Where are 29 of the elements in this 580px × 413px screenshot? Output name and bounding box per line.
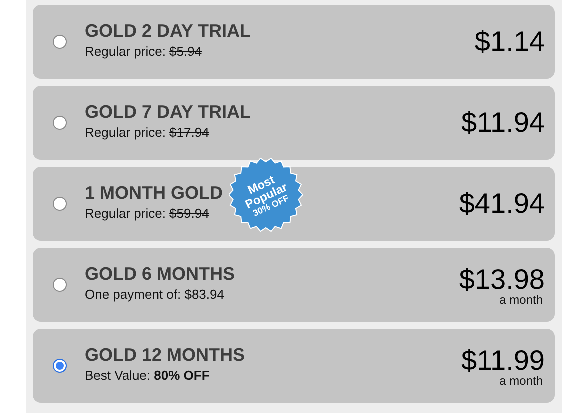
plan-title: GOLD 6 MONTHS: [85, 264, 236, 285]
old-price: $17.94: [170, 125, 210, 140]
plan-title: GOLD 2 DAY TRIAL: [85, 21, 252, 42]
price-period: a month: [500, 374, 543, 388]
plan-option[interactable]: GOLD 7 DAY TRIAL Regular price: $17.94 $11.94: [33, 86, 555, 160]
plan-title: GOLD 7 DAY TRIAL: [85, 102, 252, 123]
plan-option[interactable]: GOLD 12 MONTHS Best Value: 80% OFF $11.99 a month: [33, 329, 555, 403]
radio-button[interactable]: [53, 197, 67, 211]
radio-button[interactable]: [53, 359, 67, 373]
plan-price: $41.94: [459, 188, 545, 220]
plan-title: 1 MONTH GOLD: [85, 183, 223, 204]
plan-option[interactable]: GOLD 6 MONTHS One payment of: $83.94 $13.98 a month: [33, 248, 555, 322]
radio-button[interactable]: [53, 116, 67, 130]
plan-price: $1.14: [474, 26, 545, 58]
plan-price: $11.99: [461, 344, 545, 376]
old-price: $59.94: [170, 206, 210, 221]
plan-note: Regular price:: [85, 44, 167, 59]
plan-option[interactable]: GOLD 2 DAY TRIAL Regular price: $5.94 $1.14: [33, 5, 555, 79]
plan-price: $11.94: [461, 107, 545, 139]
radio-button[interactable]: [53, 278, 67, 292]
plan-title: GOLD 12 MONTHS: [85, 345, 246, 366]
radio-button[interactable]: [53, 35, 67, 49]
old-price: $5.94: [170, 44, 202, 59]
plan-price: $13.98: [459, 264, 545, 295]
plan-note: Best Value: 80% OFF: [85, 368, 210, 383]
plan-note: One payment of: $83.94: [85, 287, 224, 302]
price-period: a month: [500, 292, 543, 306]
plan-note: Regular price:: [85, 206, 167, 221]
plan-note: Regular price:: [85, 125, 167, 140]
